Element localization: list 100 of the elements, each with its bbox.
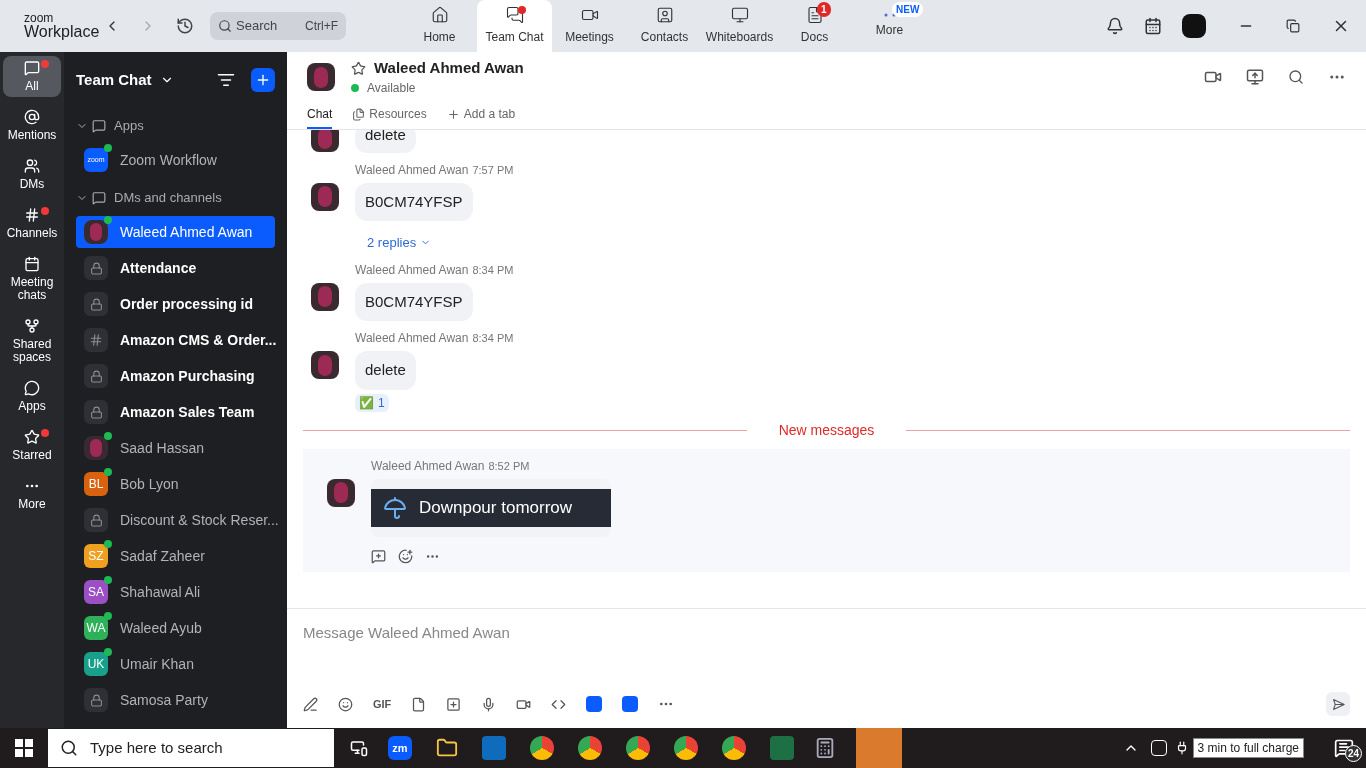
chat-list-item[interactable]: Saad Hassan — [76, 432, 275, 464]
chat-list-item[interactable]: Attendance — [76, 252, 275, 284]
sender-name: Waleed Ahmed Awan — [355, 330, 469, 347]
rail-item[interactable]: Meeting chats — [3, 252, 61, 306]
section-header[interactable]: Apps — [76, 108, 275, 144]
file-icon[interactable] — [411, 696, 427, 712]
nav-tab[interactable]: Team Chat — [477, 0, 552, 52]
plus-icon — [255, 72, 271, 88]
rail-item[interactable]: Channels — [3, 203, 61, 244]
nav-tab[interactable]: Meetings — [552, 0, 627, 52]
bell-icon[interactable] — [1106, 17, 1124, 35]
chat-list-item[interactable]: Waleed Ahmed Awan — [76, 216, 275, 248]
avatar-photo — [307, 63, 335, 91]
chat-list-item[interactable]: Amazon Sales Team — [76, 396, 275, 428]
notification-count: 24 — [1344, 745, 1362, 762]
umbrella-icon — [383, 495, 407, 520]
lock-icon — [84, 292, 108, 316]
taskbar-app-icon[interactable]: zm — [388, 736, 412, 760]
add-reaction-icon[interactable] — [398, 548, 413, 564]
avatar-photo — [311, 351, 339, 379]
filter-icon[interactable] — [217, 71, 235, 89]
browser-icon[interactable] — [722, 736, 746, 760]
chat-list-item[interactable]: Order processing id — [76, 288, 275, 320]
chat-list-item[interactable]: Samosa Party — [76, 684, 275, 716]
rail-item[interactable]: DMs — [3, 154, 61, 195]
chat-list-item[interactable]: Amazon CMS & Order... — [76, 324, 275, 356]
search-icon — [60, 739, 78, 757]
speech-bubble-icon — [24, 380, 40, 396]
app-icon[interactable] — [622, 696, 639, 712]
task-view-icon[interactable] — [350, 739, 368, 757]
message-input[interactable]: Message Waleed Ahmed Awan — [303, 617, 1350, 647]
calendar-icon[interactable] — [1144, 17, 1162, 35]
star-icon[interactable] — [351, 60, 366, 76]
replies-link[interactable]: 2 replies — [367, 233, 432, 253]
nav-tab[interactable]: Contacts — [627, 0, 702, 52]
chat-tab[interactable]: Resources — [352, 105, 427, 129]
new-messages-divider: New messages — [778, 420, 875, 440]
reaction-chip[interactable]: ✅ 1 — [355, 393, 389, 412]
message-time: 8:34 PM — [472, 331, 514, 346]
folder-icon[interactable] — [436, 737, 458, 759]
files-icon — [352, 107, 366, 121]
rail-item[interactable]: All — [3, 56, 61, 97]
chat-list-item[interactable]: BL Bob Lyon — [76, 468, 275, 500]
rail-item[interactable]: Shared spaces — [3, 314, 61, 368]
branch-icon — [24, 318, 40, 334]
nav-tab[interactable]: Home — [402, 0, 477, 52]
avatar-photo — [84, 220, 108, 244]
search-icon — [218, 19, 232, 33]
search-field[interactable]: Search Ctrl+F — [210, 12, 346, 40]
browser-icon[interactable] — [530, 736, 554, 760]
message-bubble: delete — [355, 130, 416, 153]
chat-list-item[interactable]: SA Shahawal Ali — [76, 576, 275, 608]
tooltip: 3 min to full charge — [1192, 738, 1304, 758]
message-time: 7:57 PM — [472, 162, 514, 178]
section-header[interactable]: DMs and channels — [76, 180, 275, 216]
message-time: 8:52 PM — [488, 458, 530, 474]
browser-icon[interactable] — [626, 736, 650, 760]
new-chat-button[interactable] — [251, 68, 275, 92]
rail-item[interactable]: More — [3, 474, 61, 515]
nav-tab[interactable]: Whiteboards — [702, 0, 777, 52]
dots-icon — [883, 13, 896, 17]
rail-item[interactable]: Starred — [3, 425, 61, 466]
chat-list-item[interactable]: SZ Sadaf Zaheer — [76, 540, 275, 572]
hash-icon — [24, 207, 40, 223]
contact-card-icon — [655, 6, 674, 24]
rail-item[interactable]: Mentions — [3, 105, 61, 146]
format-icon[interactable] — [303, 696, 318, 712]
chat-list-item[interactable]: Amazon Purchasing — [76, 360, 275, 392]
avatar-photo — [311, 282, 339, 311]
start-icon[interactable] — [15, 739, 33, 757]
message-bubble: delete — [355, 351, 416, 390]
app-icon[interactable] — [586, 696, 603, 712]
screenshot-icon[interactable] — [446, 696, 462, 712]
gif-button[interactable]: GIF — [373, 695, 392, 713]
chat-list-item[interactable]: UK Umair Khan — [76, 648, 275, 680]
profile-avatar[interactable] — [1182, 14, 1206, 38]
lock-icon — [84, 256, 108, 280]
search-icon[interactable] — [1288, 69, 1304, 85]
rail-item[interactable]: Apps — [3, 376, 61, 417]
chat-bubbles-icon — [505, 6, 524, 24]
chat-title: Waleed Ahmed Awan — [374, 57, 524, 78]
microphone-icon[interactable] — [481, 696, 497, 712]
calculator-icon[interactable] — [814, 737, 836, 759]
initials-avatar: SZ — [84, 544, 108, 568]
initials-avatar: UK — [84, 652, 108, 676]
restore-icon[interactable] — [1286, 19, 1300, 33]
logo-text: Workplace — [24, 24, 100, 40]
history-icon[interactable] — [176, 17, 194, 35]
chat-tab[interactable]: Add a tab — [446, 105, 516, 129]
browser-icon[interactable] — [578, 736, 602, 760]
browser-icon[interactable] — [674, 736, 698, 760]
share-screen-icon[interactable] — [1246, 68, 1264, 86]
tray-icon[interactable] — [1150, 740, 1167, 756]
emoji-icon[interactable] — [338, 696, 353, 712]
send-button[interactable] — [1326, 692, 1350, 716]
star-icon — [24, 429, 40, 445]
taskbar-search-field[interactable]: Type here to search — [48, 729, 334, 767]
chat-list-item[interactable]: WA Waleed Ayub — [76, 612, 275, 644]
calendar-icon — [24, 256, 40, 272]
reply-icon[interactable] — [371, 548, 386, 564]
